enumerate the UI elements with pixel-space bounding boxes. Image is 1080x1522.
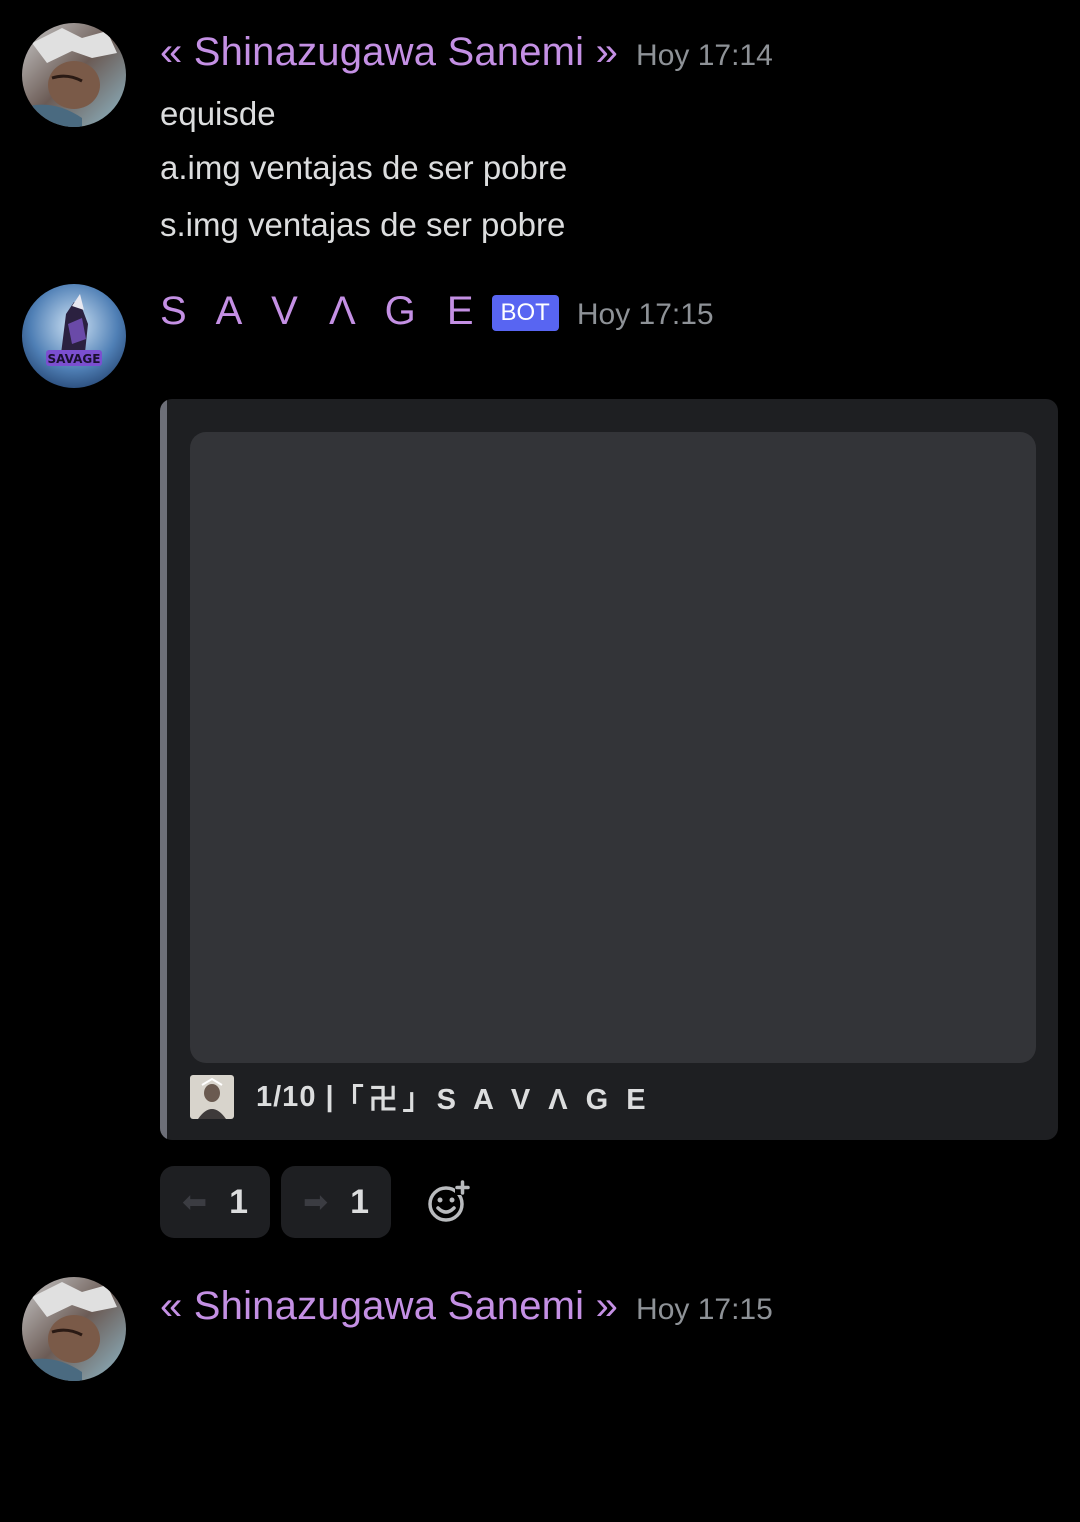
- message-text: a.img ventajas de ser pobre: [160, 149, 568, 186]
- message-text: equisde: [160, 95, 276, 132]
- add-reaction-icon[interactable]: [420, 1174, 476, 1230]
- message-text: s.img ventajas de ser pobre: [160, 206, 566, 243]
- embed-footer: 1/10 | 「卍」S A V Λ G E: [190, 1075, 651, 1119]
- svg-text:SAVAGE: SAVAGE: [48, 352, 101, 366]
- reaction-bar: ⬅ 1 ➡ 1: [160, 1166, 476, 1238]
- footer-avatar-icon: [190, 1075, 234, 1119]
- message-header: « Shinazugawa Sanemi » Hoy 17:14: [160, 30, 773, 75]
- bot-tag: BOT: [491, 295, 559, 331]
- embed-card: 1/10 | 「卍」S A V Λ G E: [160, 399, 1058, 1140]
- author-name[interactable]: « Shinazugawa Sanemi »: [160, 30, 618, 75]
- message-header: S A V Λ G E BOT Hoy 17:15: [160, 289, 714, 335]
- avatar-shinazugawa[interactable]: [22, 1277, 126, 1381]
- embed-image-placeholder[interactable]: [190, 432, 1036, 1063]
- reaction-right-arrow[interactable]: ➡ 1: [281, 1166, 391, 1238]
- message-timestamp: Hoy 17:15: [636, 1293, 773, 1326]
- author-name[interactable]: « Shinazugawa Sanemi »: [160, 1284, 618, 1329]
- message-timestamp: Hoy 17:14: [636, 39, 773, 72]
- avatar-shinazugawa[interactable]: [22, 23, 126, 127]
- embed-accent-bar: [160, 399, 167, 1140]
- left-arrow-icon: ⬅: [181, 1184, 208, 1220]
- reaction-left-arrow[interactable]: ⬅ 1: [160, 1166, 270, 1238]
- footer-brand: 「卍」S A V Λ G E: [334, 1084, 651, 1116]
- author-name[interactable]: S A V Λ G E: [160, 289, 484, 334]
- avatar-savage-bot[interactable]: SAVAGE: [22, 284, 126, 388]
- footer-page-counter: 1/10 |: [256, 1080, 335, 1113]
- chat-view: « Shinazugawa Sanemi » Hoy 17:14 equisde…: [0, 0, 1080, 1522]
- reaction-count: 1: [350, 1182, 370, 1221]
- right-arrow-icon: ➡: [302, 1184, 329, 1220]
- reaction-count: 1: [229, 1182, 249, 1221]
- message-header: « Shinazugawa Sanemi » Hoy 17:15: [160, 1284, 773, 1329]
- message-timestamp: Hoy 17:15: [576, 298, 714, 331]
